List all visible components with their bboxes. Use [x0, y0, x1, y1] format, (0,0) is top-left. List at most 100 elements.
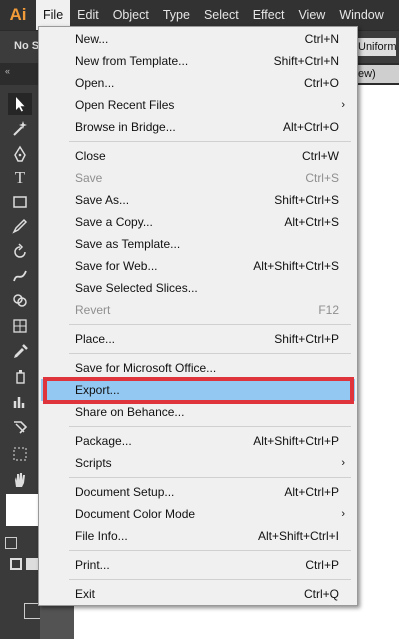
- menu-revert[interactable]: Revert F12: [41, 299, 355, 321]
- menu-shortcut: Ctrl+S: [305, 171, 339, 185]
- collapse-icon[interactable]: «: [5, 66, 10, 76]
- menu-label: Save As...: [75, 193, 130, 207]
- menu-browse-bridge[interactable]: Browse in Bridge... Alt+Ctrl+O: [41, 116, 355, 138]
- menu-new-from-template[interactable]: New from Template... Shift+Ctrl+N: [41, 50, 355, 72]
- menu-exit[interactable]: Exit Ctrl+Q: [41, 583, 355, 605]
- menu-package[interactable]: Package... Alt+Shift+Ctrl+P: [41, 430, 355, 452]
- menu-save[interactable]: Save Ctrl+S: [41, 167, 355, 189]
- menu-save-office[interactable]: Save for Microsoft Office...: [41, 357, 355, 379]
- menu-separator: [69, 550, 351, 551]
- menu-new[interactable]: New... Ctrl+N: [41, 28, 355, 50]
- fill-swatch[interactable]: [6, 494, 38, 526]
- menu-label: Save: [75, 171, 103, 185]
- menu-shortcut: Ctrl+W: [302, 149, 339, 163]
- menu-label: Revert: [75, 303, 111, 317]
- menu-label: New...: [75, 32, 109, 46]
- submenu-arrow-icon: ›: [341, 99, 345, 111]
- menu-label: Place...: [75, 332, 116, 346]
- menu-separator: [69, 141, 351, 142]
- selection-tool-icon[interactable]: [8, 93, 32, 115]
- menu-shortcut: Shift+Ctrl+P: [274, 332, 339, 346]
- slice-tool-icon[interactable]: [8, 443, 32, 465]
- menu-shortcut: Shift+Ctrl+N: [273, 54, 339, 68]
- default-colors-icon[interactable]: [5, 537, 17, 549]
- draw-normal-icon[interactable]: [10, 558, 22, 570]
- menu-separator: [69, 477, 351, 478]
- eyedropper-icon[interactable]: [8, 341, 32, 363]
- menu-shortcut: Alt+Shift+Ctrl+S: [253, 259, 339, 273]
- menu-label: Export...: [75, 383, 120, 397]
- draw-behind-icon[interactable]: [26, 558, 38, 570]
- menu-export[interactable]: Export...: [41, 379, 355, 401]
- menu-save-template[interactable]: Save as Template...: [41, 233, 355, 255]
- menu-shortcut: Ctrl+Q: [303, 587, 339, 601]
- menu-label: Save for Web...: [75, 259, 158, 273]
- menu-label: Close: [75, 149, 106, 163]
- menu-shortcut: Ctrl+N: [304, 32, 339, 46]
- submenu-arrow-icon: ›: [341, 508, 345, 520]
- symbol-sprayer-icon[interactable]: [8, 365, 32, 387]
- menu-label: Share on Behance...: [75, 405, 185, 419]
- menu-label: Browse in Bridge...: [75, 120, 176, 134]
- menu-separator: [69, 353, 351, 354]
- app-logo: Ai: [9, 5, 27, 24]
- menu-share-behance[interactable]: Share on Behance...: [41, 401, 355, 423]
- menu-label: Save a Copy...: [75, 215, 153, 229]
- menu-separator: [69, 324, 351, 325]
- document-tab[interactable]: ew): [355, 65, 399, 83]
- rectangle-tool-icon[interactable]: [8, 191, 32, 213]
- menu-shortcut: Shift+Ctrl+S: [274, 193, 339, 207]
- shape-builder-icon[interactable]: [8, 289, 32, 311]
- pen-tool-icon[interactable]: [8, 143, 32, 165]
- menu-label: Package...: [75, 434, 132, 448]
- perspective-grid-icon[interactable]: [8, 315, 32, 337]
- type-tool-icon[interactable]: T: [8, 167, 32, 189]
- menu-label: New from Template...: [75, 54, 189, 68]
- menu-label: Document Color Mode: [75, 507, 196, 521]
- menu-label: Print...: [75, 558, 110, 572]
- menu-label: Open Recent Files: [75, 98, 175, 112]
- menu-shortcut: Alt+Ctrl+P: [284, 485, 339, 499]
- menu-document-color-mode[interactable]: Document Color Mode ›: [41, 503, 355, 525]
- menu-save-copy[interactable]: Save a Copy... Alt+Ctrl+S: [41, 211, 355, 233]
- file-menu-dropdown: New... Ctrl+N New from Template... Shift…: [38, 26, 358, 606]
- menu-label: Save Selected Slices...: [75, 281, 198, 295]
- tools-panel: T: [0, 85, 40, 639]
- hand-tool-icon[interactable]: [8, 469, 32, 491]
- menu-close[interactable]: Close Ctrl+W: [41, 145, 355, 167]
- menu-print[interactable]: Print... Ctrl+P: [41, 554, 355, 576]
- pencil-tool-icon[interactable]: [8, 215, 32, 237]
- menu-label: Save as Template...: [75, 237, 181, 251]
- menu-shortcut: Alt+Shift+Ctrl+I: [257, 529, 339, 543]
- magic-wand-icon[interactable]: [8, 117, 32, 139]
- stroke-profile-select[interactable]: Uniform: [352, 38, 397, 56]
- rotate-tool-icon[interactable]: [8, 241, 32, 263]
- menu-label: File Info...: [75, 529, 128, 543]
- artboard-icon[interactable]: [8, 417, 32, 439]
- submenu-arrow-icon: ›: [341, 457, 345, 469]
- menu-shortcut: Alt+Shift+Ctrl+P: [253, 434, 339, 448]
- menu-shortcut: F12: [318, 303, 339, 317]
- menu-label: Open...: [75, 76, 115, 90]
- menu-save-slices[interactable]: Save Selected Slices...: [41, 277, 355, 299]
- menu-place[interactable]: Place... Shift+Ctrl+P: [41, 328, 355, 350]
- menu-separator: [69, 426, 351, 427]
- menu-file-info[interactable]: File Info... Alt+Shift+Ctrl+I: [41, 525, 355, 547]
- menu-label: Scripts: [75, 456, 112, 470]
- menu-shortcut: Ctrl+P: [305, 558, 339, 572]
- column-graph-icon[interactable]: [8, 391, 32, 413]
- menu-label: Exit: [75, 587, 96, 601]
- menu-document-setup[interactable]: Document Setup... Alt+Ctrl+P: [41, 481, 355, 503]
- menu-save-for-web[interactable]: Save for Web... Alt+Shift+Ctrl+S: [41, 255, 355, 277]
- menu-shortcut: Alt+Ctrl+O: [282, 120, 339, 134]
- menu-shortcut: Ctrl+O: [303, 76, 339, 90]
- warp-tool-icon[interactable]: [8, 265, 32, 287]
- menu-label: Document Setup...: [75, 485, 175, 499]
- menu-open-recent[interactable]: Open Recent Files ›: [41, 94, 355, 116]
- menu-open[interactable]: Open... Ctrl+O: [41, 72, 355, 94]
- menu-save-as[interactable]: Save As... Shift+Ctrl+S: [41, 189, 355, 211]
- menu-shortcut: Alt+Ctrl+S: [284, 215, 339, 229]
- menu-scripts[interactable]: Scripts ›: [41, 452, 355, 474]
- menu-separator: [69, 579, 351, 580]
- menu-label: Save for Microsoft Office...: [75, 361, 217, 375]
